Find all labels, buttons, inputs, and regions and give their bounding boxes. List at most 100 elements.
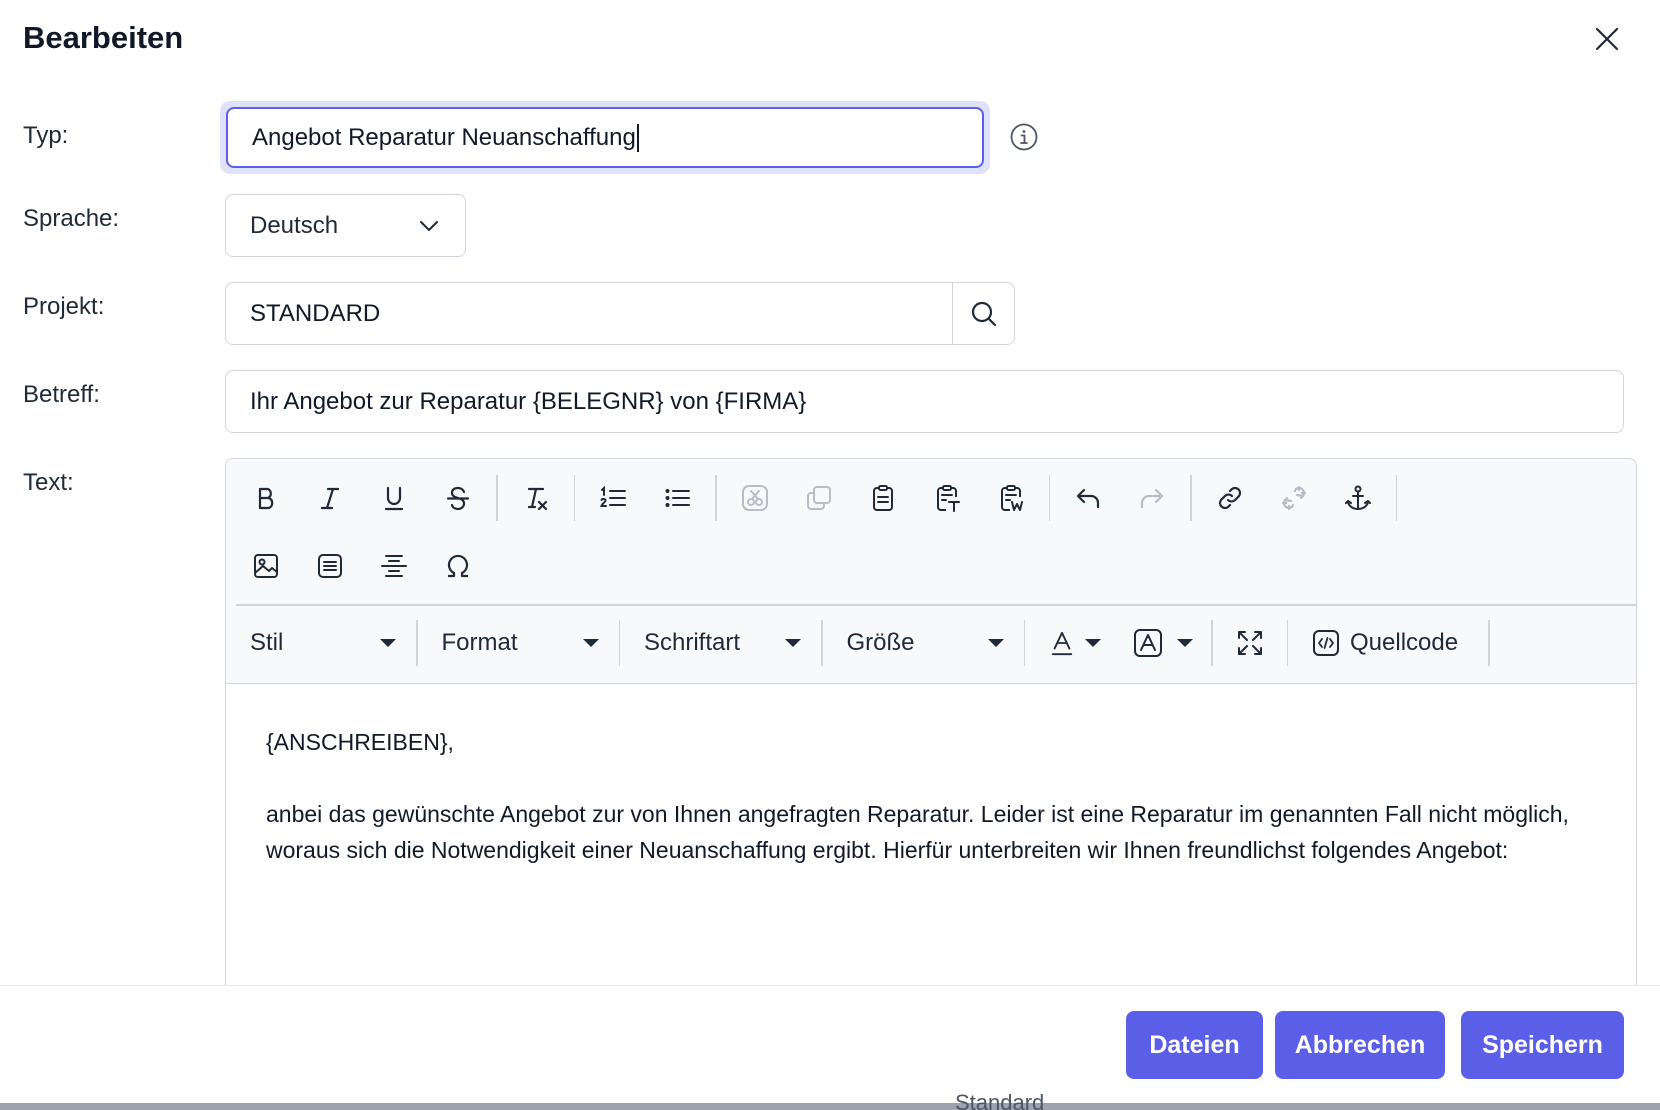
size-dropdown-label: Größe <box>846 629 915 656</box>
bold-button[interactable] <box>234 472 298 524</box>
image-icon <box>254 554 278 578</box>
copy-icon <box>806 486 831 510</box>
projekt-field: STANDARD <box>225 282 1015 345</box>
font-dropdown-label: Schriftart <box>644 629 741 656</box>
projekt-label: Projekt: <box>23 293 105 320</box>
paste-text-icon <box>936 485 960 512</box>
typ-input[interactable]: Angebot Reparatur Neuanschaffung <box>226 107 984 168</box>
source-code-button[interactable]: Quellcode <box>1288 617 1488 669</box>
omega-icon <box>447 554 469 578</box>
undo-icon <box>1076 488 1100 509</box>
cut-icon <box>741 485 768 511</box>
format-dropdown[interactable]: Format <box>418 617 619 669</box>
toolbar-separator <box>573 475 575 521</box>
style-dropdown-label: Stil <box>250 629 284 656</box>
caret-down-icon <box>380 639 396 647</box>
edit-dialog: Bearbeiten Typ: Angebot Reparatur Neuans… <box>0 0 1660 1103</box>
fullscreen-icon <box>1237 631 1262 655</box>
numbered-list-icon <box>600 485 626 507</box>
size-dropdown[interactable]: Größe <box>823 617 1024 669</box>
background-color-button[interactable] <box>1111 617 1211 669</box>
bold-icon <box>258 487 274 510</box>
text-color-button[interactable] <box>1025 617 1111 669</box>
toolbar-row-1 <box>234 464 1403 532</box>
typ-label: Typ: <box>23 122 69 149</box>
text-caret <box>636 123 639 152</box>
underline-button[interactable] <box>362 472 426 524</box>
backdrop-peek-text: Standard <box>955 1090 1045 1110</box>
close-button[interactable] <box>1590 22 1624 56</box>
toolbar-separator <box>496 475 498 521</box>
dialog-title: Bearbeiten <box>23 20 184 55</box>
numbered-list-button[interactable] <box>581 472 645 524</box>
toolbar-divider <box>236 604 1636 606</box>
undo-button[interactable] <box>1056 472 1120 524</box>
remove-format-icon <box>527 487 547 511</box>
speichern-button[interactable]: Speichern <box>1461 1011 1624 1079</box>
unlink-button[interactable] <box>1262 472 1326 524</box>
link-icon <box>1218 486 1241 510</box>
paste-button[interactable] <box>851 472 915 524</box>
caret-down-icon <box>785 639 801 647</box>
unlink-icon <box>1281 485 1306 511</box>
horizontal-line-button[interactable] <box>362 540 426 592</box>
editor-paragraph-salutation: {ANSCHREIBEN}, <box>266 729 454 755</box>
anchor-button[interactable] <box>1326 472 1390 524</box>
editor-content[interactable]: {ANSCHREIBEN}, anbei das gewünschte Ange… <box>266 724 1606 904</box>
bullet-list-button[interactable] <box>645 472 709 524</box>
betreff-input[interactable]: Ihr Angebot zur Reparatur {BELEGNR} von … <box>225 370 1624 433</box>
font-dropdown[interactable]: Schriftart <box>620 617 821 669</box>
remove-format-button[interactable] <box>504 472 568 524</box>
anchor-icon <box>1344 485 1371 510</box>
link-button[interactable] <box>1198 472 1262 524</box>
special-char-button[interactable] <box>426 540 490 592</box>
toolbar-row-3: Stil Format Schriftart Größe Quellcode <box>226 609 1490 677</box>
cut-button[interactable] <box>723 472 787 524</box>
info-icon[interactable] <box>1009 122 1039 152</box>
toolbar-separator <box>1488 620 1490 666</box>
underline-icon <box>384 486 404 511</box>
background-color-icon <box>1134 629 1162 657</box>
projekt-search-button[interactable] <box>952 283 1014 344</box>
format-dropdown-label: Format <box>441 629 518 656</box>
close-icon <box>1595 27 1619 51</box>
source-code-label: Quellcode <box>1350 629 1459 656</box>
bullet-list-icon <box>665 489 690 507</box>
toolbar-separator <box>1048 475 1050 521</box>
italic-button[interactable] <box>298 472 362 524</box>
sprache-selected-value: Deutsch <box>250 211 339 239</box>
dateien-button[interactable]: Dateien <box>1126 1011 1263 1079</box>
chevron-down-icon <box>420 220 438 231</box>
fullscreen-button[interactable] <box>1213 617 1287 669</box>
style-dropdown[interactable]: Stil <box>226 617 416 669</box>
redo-button[interactable] <box>1120 472 1184 524</box>
paste-text-button[interactable] <box>915 472 979 524</box>
toolbar-separator <box>715 475 717 521</box>
copy-button[interactable] <box>787 472 851 524</box>
paste-icon <box>872 485 893 511</box>
search-icon <box>971 301 996 326</box>
strikethrough-button[interactable] <box>426 472 490 524</box>
abbrechen-button[interactable]: Abbrechen <box>1275 1011 1445 1079</box>
sprache-label: Sprache: <box>23 205 120 232</box>
paste-word-button[interactable] <box>979 472 1043 524</box>
editor-paragraph-body: anbei das gewünschte Angebot zur von Ihn… <box>266 801 1569 863</box>
backdrop-overlay <box>0 1103 1660 1110</box>
toolbar-separator <box>1190 475 1192 521</box>
redo-icon <box>1140 488 1164 509</box>
caret-down-icon <box>987 639 1004 647</box>
table-button[interactable] <box>298 540 362 592</box>
betreff-label: Betreff: <box>23 381 100 408</box>
table-icon <box>318 554 342 578</box>
source-code-icon <box>1313 630 1339 656</box>
text-color-icon <box>1051 631 1073 656</box>
projekt-input[interactable]: STANDARD <box>226 283 952 344</box>
horizontal-line-icon <box>381 555 407 577</box>
sprache-select[interactable]: Deutsch <box>225 194 466 257</box>
toolbar-separator <box>1395 475 1397 521</box>
strikethrough-icon <box>446 486 470 511</box>
paste-word-icon <box>1000 485 1023 511</box>
image-button[interactable] <box>234 540 298 592</box>
typ-input-value: Angebot Reparatur Neuanschaffung <box>252 123 636 151</box>
caret-down-icon <box>1177 639 1193 647</box>
